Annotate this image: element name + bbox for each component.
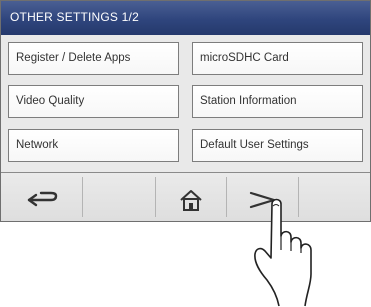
back-button[interactable] <box>1 173 81 221</box>
default-user-settings-button[interactable]: Default User Settings <box>192 129 363 162</box>
title-bar: OTHER SETTINGS 1/2 <box>1 1 370 35</box>
pointing-hand-icon <box>254 198 312 307</box>
microsdhc-card-button[interactable]: microSDHC Card <box>192 42 363 75</box>
video-quality-button[interactable]: Video Quality <box>8 85 179 118</box>
register-delete-apps-button[interactable]: Register / Delete Apps <box>8 42 179 75</box>
empty-footer-slot <box>83 173 155 221</box>
page-title: OTHER SETTINGS 1/2 <box>10 10 139 24</box>
home-icon <box>180 190 202 211</box>
menu-area: Register / Delete Apps Video Quality Net… <box>1 35 370 172</box>
station-information-button[interactable]: Station Information <box>192 85 363 118</box>
settings-screen: OTHER SETTINGS 1/2 Register / Delete App… <box>0 0 371 222</box>
network-button[interactable]: Network <box>8 129 179 162</box>
back-arrow-icon <box>27 191 58 207</box>
home-button[interactable] <box>156 173 226 221</box>
